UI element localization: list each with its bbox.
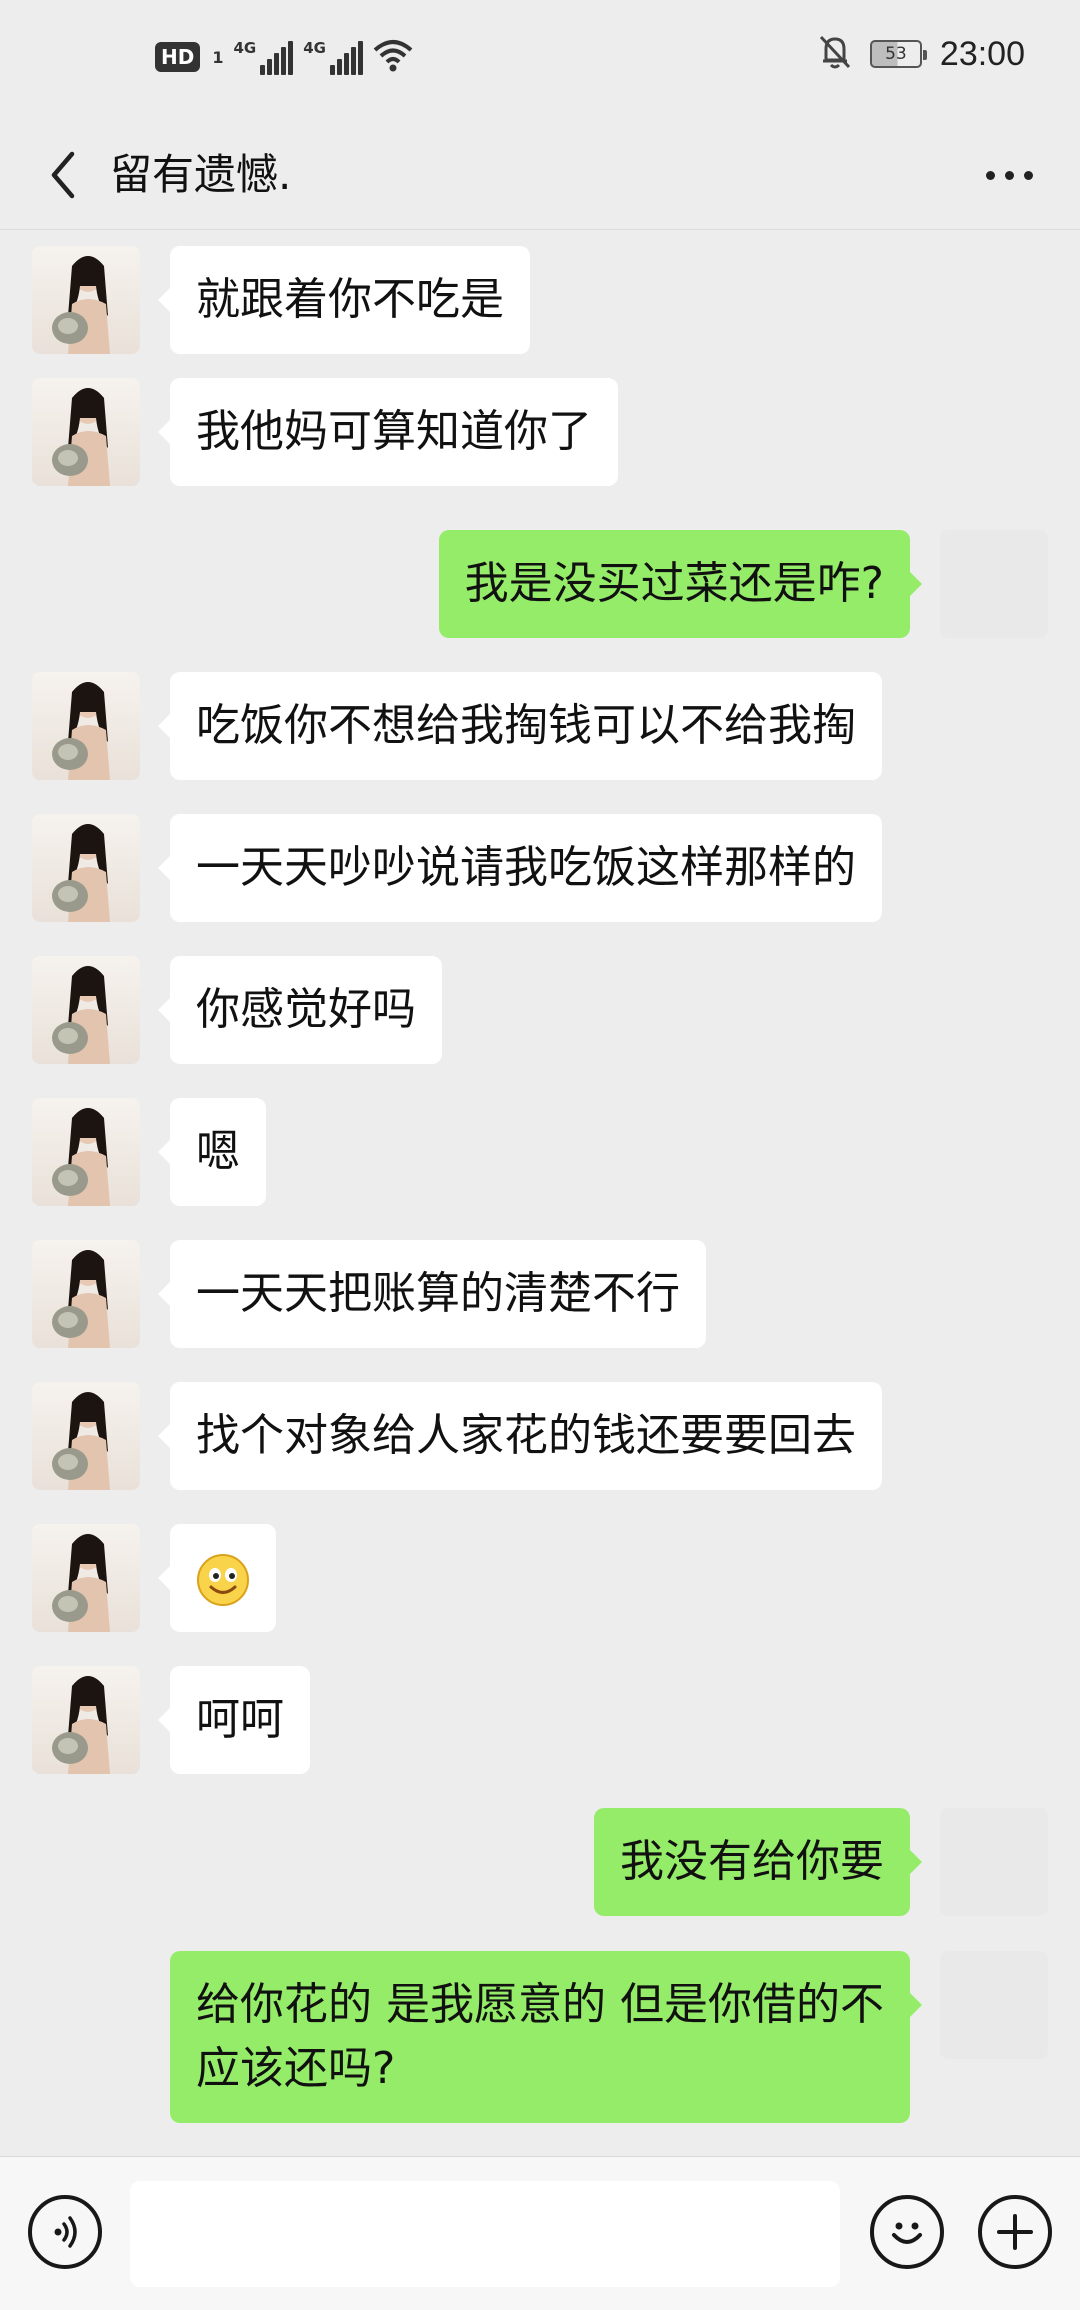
voice-icon	[54, 2216, 77, 2248]
more-options-button[interactable]	[974, 142, 1044, 208]
network-type-label: 4G	[233, 39, 257, 57]
message-bubble[interactable]: 给你花的 是我愿意的 但是你借的不应该还吗?	[170, 1951, 922, 2123]
back-button[interactable]	[30, 142, 96, 208]
message-bubble[interactable]: 一天天吵吵说请我吃饭这样那样的	[158, 814, 882, 922]
chat-header: 留有遗憾.	[0, 120, 1080, 230]
contact-avatar[interactable]	[32, 1098, 140, 1206]
message-bubble[interactable]: 你感觉好吗	[158, 956, 442, 1064]
contact-avatar[interactable]	[32, 1382, 140, 1490]
more-dots-icon	[985, 170, 995, 180]
back-arrow-icon	[51, 151, 75, 199]
contact-avatar[interactable]	[32, 956, 140, 1064]
message-bubble[interactable]: 一天天把账算的清楚不行	[158, 1240, 706, 1348]
contact-avatar[interactable]	[32, 246, 140, 354]
contact-avatar[interactable]	[32, 378, 140, 486]
voice-button[interactable]	[28, 2195, 102, 2269]
message-bubble[interactable]: 找个对象给人家花的钱还要要回去	[158, 1382, 882, 1490]
battery-icon: 53	[869, 40, 927, 68]
self-avatar[interactable]	[940, 1808, 1048, 1916]
smile-emoji-icon	[197, 1554, 249, 1606]
message-bubble[interactable]: 嗯	[158, 1098, 266, 1206]
message-bubble[interactable]	[158, 1524, 276, 1632]
plus-button[interactable]	[978, 2195, 1052, 2269]
message-bubble[interactable]: 我他妈可算知道你了	[158, 378, 618, 486]
hd-label: HD	[161, 45, 195, 69]
contact-avatar[interactable]	[32, 672, 140, 780]
plus-icon	[997, 2214, 1033, 2250]
wifi-icon	[373, 38, 413, 76]
signal-icon: 4G	[303, 39, 363, 75]
mute-bell-icon	[818, 34, 852, 74]
self-avatar[interactable]	[940, 1951, 1048, 2059]
status-bar: HD 1 4G 4G 53 23:00	[0, 0, 1080, 120]
contact-avatar[interactable]	[32, 1524, 140, 1632]
message-bubble[interactable]: 我没有给你要	[594, 1808, 922, 1916]
message-input[interactable]	[130, 2181, 840, 2287]
emoji-button[interactable]	[870, 2195, 944, 2269]
status-left-group: HD 1 4G 4G	[155, 38, 413, 76]
hd-icon: HD	[155, 42, 201, 72]
message-bubble[interactable]: 吃饭你不想给我掏钱可以不给我掏	[158, 672, 882, 780]
signal-icon: 4G	[233, 39, 294, 75]
message-list[interactable]: 就跟着你不吃是 我他妈可算知道你了 我是没买过菜还是咋? 吃饭你不想给我掏钱可以…	[0, 231, 1080, 2156]
battery-level: 53	[885, 44, 907, 64]
contact-avatar[interactable]	[32, 814, 140, 922]
contact-avatar[interactable]	[32, 1240, 140, 1348]
contact-avatar[interactable]	[32, 1666, 140, 1774]
message-bubble[interactable]: 就跟着你不吃是	[158, 246, 530, 354]
message-bubble[interactable]: 我是没买过菜还是咋?	[438, 530, 923, 638]
clock: 23:00	[939, 34, 1025, 73]
emoji-icon	[892, 2222, 922, 2244]
network-type-label: 4G	[303, 39, 326, 57]
hd-sub-label: 1	[212, 47, 224, 67]
self-avatar[interactable]	[940, 530, 1048, 638]
input-bar	[0, 2156, 1080, 2310]
chat-title: 留有遗憾.	[110, 150, 292, 199]
message-bubble[interactable]: 呵呵	[158, 1666, 310, 1774]
status-right-group: 53 23:00	[818, 34, 1025, 74]
